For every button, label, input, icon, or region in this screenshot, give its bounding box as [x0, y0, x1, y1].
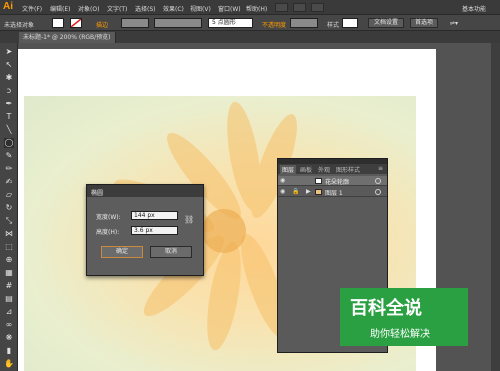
gradient-tool-icon[interactable]: ▤: [4, 294, 14, 304]
layer-thumbnail: [315, 189, 322, 195]
direct-selection-tool-icon[interactable]: ↖: [4, 60, 14, 70]
style-label: 样式: [327, 22, 340, 29]
mesh-tool-icon[interactable]: #: [4, 281, 14, 291]
bridge-icon[interactable]: [275, 3, 288, 12]
lock-icon[interactable]: 🔒: [292, 188, 299, 195]
tab-layers[interactable]: 图层: [280, 165, 297, 174]
layer-row[interactable]: ◉ 🔒 ▶ 图层 1: [278, 187, 387, 197]
watermark-logo: 百科全说 助你轻松解决: [340, 288, 468, 346]
pencil-tool-icon[interactable]: ✏: [4, 164, 14, 174]
tab-artboards[interactable]: 画板: [300, 165, 312, 174]
control-bar: 未选择对象 描边 5 点圆形 不透明度 样式 文档设置 首选项 ⇌▾: [0, 15, 500, 31]
panel-tabs: 图层 画板 外观 图形样式 ≡: [278, 164, 387, 174]
cancel-button[interactable]: 取消: [150, 246, 192, 258]
layer-name[interactable]: 花朵轮廓: [325, 177, 349, 186]
tab-appearance[interactable]: 外观: [318, 165, 330, 174]
style-swatch[interactable]: [342, 18, 358, 28]
opacity-field[interactable]: [290, 18, 318, 28]
visibility-eye-icon[interactable]: ◉: [280, 188, 285, 195]
width-tool-icon[interactable]: ⋈: [4, 229, 14, 239]
stroke-weight-field[interactable]: [121, 18, 149, 28]
paintbrush-tool-icon[interactable]: ✎: [4, 151, 14, 161]
arrange-icon[interactable]: ⇌▾: [450, 20, 458, 27]
menu-help[interactable]: 帮助(H): [246, 4, 267, 13]
layout-icon[interactable]: [311, 3, 324, 12]
dialog-title: 椭圆: [91, 190, 104, 197]
menubar: Ai 文件(F) 编辑(E) 对象(O) 文字(T) 选择(S) 效果(C) 视…: [0, 0, 500, 15]
column-graph-tool-icon[interactable]: ▮: [4, 346, 14, 356]
menu-view[interactable]: 视图(V): [190, 4, 211, 13]
shape-builder-tool-icon[interactable]: ⊕: [4, 255, 14, 265]
ellipse-dialog: 椭圆 宽度(W): 144 px 高度(H): 3.6 px ⛓ 确定 取消: [86, 184, 204, 276]
none-slash-icon: [71, 19, 81, 27]
arrange-docs-icon[interactable]: [293, 3, 306, 12]
hand-tool-icon[interactable]: ✋: [4, 359, 14, 369]
selection-status: 未选择对象: [4, 22, 35, 29]
type-tool-icon[interactable]: T: [4, 112, 14, 122]
ok-button[interactable]: 确定: [101, 246, 143, 258]
dialog-title-bar[interactable]: 椭圆: [87, 185, 203, 197]
brush-value: 5 点圆形: [212, 19, 236, 26]
target-circle-icon[interactable]: [375, 189, 381, 195]
expand-triangle-icon[interactable]: ▶: [306, 188, 311, 195]
target-circle-icon[interactable]: [375, 178, 381, 184]
layer-name[interactable]: 图层 1: [325, 188, 343, 197]
app-logo: Ai: [3, 1, 13, 12]
watermark-title: 百科全说: [350, 298, 422, 319]
height-label: 高度(H):: [96, 229, 120, 236]
height-input[interactable]: 3.6 px: [131, 226, 178, 235]
stroke-swatch[interactable]: [70, 18, 82, 28]
eraser-tool-icon[interactable]: ▱: [4, 190, 14, 200]
panel-menu-icon[interactable]: ≡: [378, 165, 383, 172]
tools-panel: ➤ ↖ ✱ ↄ ✒ T ╲ ◯ ✎ ✏ ✍ ▱ ↻ ⤡ ⋈ ⬚ ⊕ ▦ # ▤ …: [0, 43, 18, 371]
width-label: 宽度(W):: [96, 214, 121, 221]
blend-tool-icon[interactable]: ∞: [4, 320, 14, 330]
menu-window[interactable]: 窗口(W): [218, 4, 241, 13]
eyedropper-tool-icon[interactable]: ⊿: [4, 307, 14, 317]
brush-definition[interactable]: 5 点圆形: [208, 18, 253, 28]
menu-select[interactable]: 选择(S): [135, 4, 156, 13]
scale-tool-icon[interactable]: ⤡: [4, 216, 14, 226]
lasso-tool-icon[interactable]: ↄ: [4, 86, 14, 96]
width-input[interactable]: 144 px: [131, 211, 178, 220]
free-transform-tool-icon[interactable]: ⬚: [4, 242, 14, 252]
symbol-sprayer-tool-icon[interactable]: ❋: [4, 333, 14, 343]
menu-file[interactable]: 文件(F): [22, 4, 42, 13]
line-tool-icon[interactable]: ╲: [4, 125, 14, 135]
blob-brush-tool-icon[interactable]: ✍: [4, 177, 14, 187]
variable-width-field[interactable]: [154, 18, 202, 28]
document-setup-button[interactable]: 文档设置: [368, 18, 404, 28]
ellipse-tool-icon[interactable]: ◯: [4, 138, 14, 148]
menu-type[interactable]: 文字(T): [107, 4, 127, 13]
perspective-grid-tool-icon[interactable]: ▦: [4, 268, 14, 278]
preferences-button[interactable]: 首选项: [410, 18, 438, 28]
magic-wand-tool-icon[interactable]: ✱: [4, 73, 14, 83]
right-dock-strip: [491, 43, 500, 371]
selection-tool-icon[interactable]: ➤: [4, 47, 14, 57]
layer-row[interactable]: ◉ 花朵轮廓: [278, 176, 387, 186]
stroke-label[interactable]: 描边: [96, 20, 108, 29]
constrain-proportions-icon[interactable]: ⛓: [184, 215, 194, 227]
opacity-label[interactable]: 不透明度: [262, 20, 286, 29]
visibility-eye-icon[interactable]: ◉: [280, 177, 285, 184]
document-tab[interactable]: 未标题-1* @ 200% (RGB/预览): [19, 32, 116, 43]
menu-effect[interactable]: 效果(C): [163, 4, 184, 13]
menu-edit[interactable]: 编辑(E): [50, 4, 70, 13]
tab-graphic-styles[interactable]: 图形样式: [336, 165, 360, 174]
pen-tool-icon[interactable]: ✒: [4, 99, 14, 109]
rotate-tool-icon[interactable]: ↻: [4, 203, 14, 213]
layer-thumbnail: [315, 178, 322, 184]
fill-swatch[interactable]: [52, 18, 64, 28]
watermark-subtitle: 助你轻松解决: [370, 329, 430, 340]
menu-object[interactable]: 对象(O): [78, 4, 99, 13]
workspace-switcher[interactable]: 基本功能: [462, 4, 486, 13]
illustrator-window: Ai 文件(F) 编辑(E) 对象(O) 文字(T) 选择(S) 效果(C) 视…: [0, 0, 500, 371]
